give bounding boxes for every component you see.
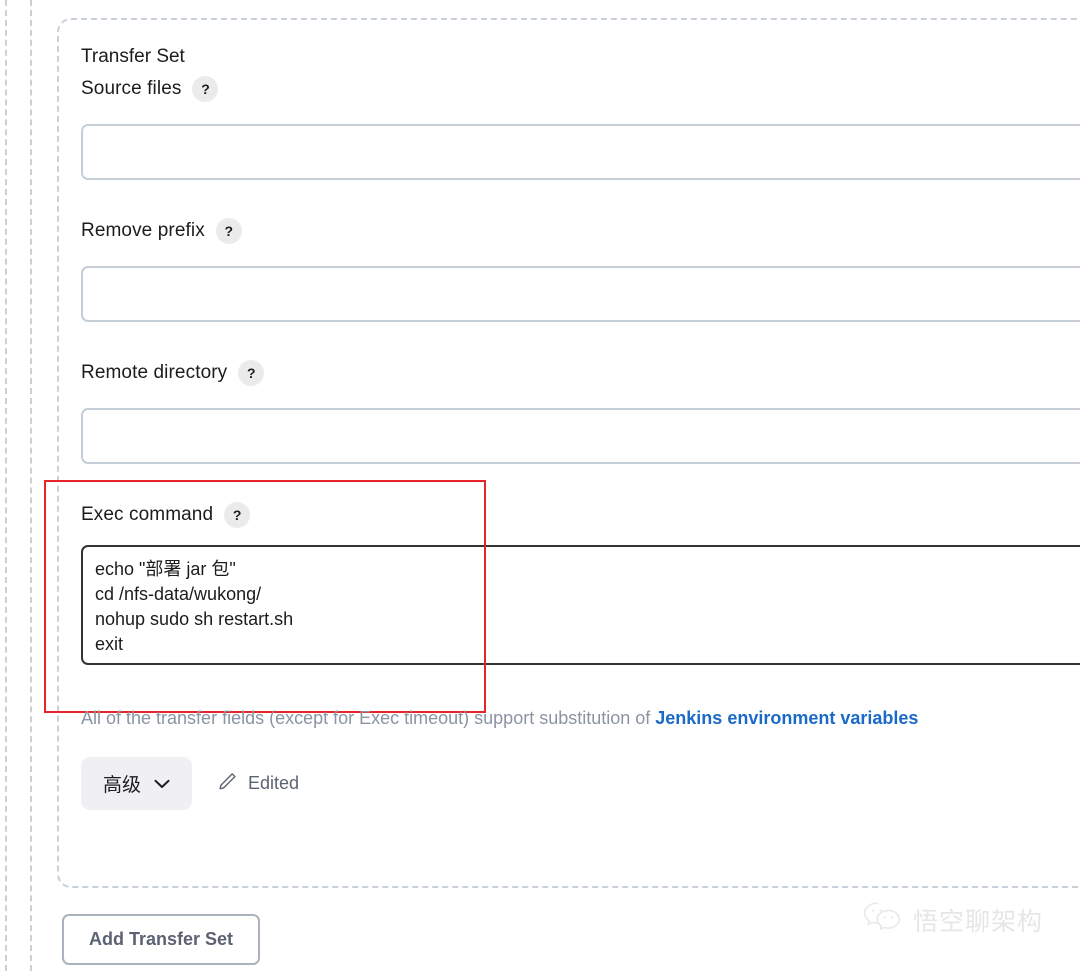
edited-indicator[interactable]: Edited [218,772,299,796]
section-title: Transfer Set [81,46,185,67]
add-transfer-set-button[interactable]: Add Transfer Set [62,914,261,965]
source-files-input[interactable] [81,124,1080,180]
help-icon[interactable]: ? [238,360,265,386]
remote-directory-input[interactable] [81,408,1080,464]
wechat-icon [862,900,904,939]
outer-guide-rail-1 [5,0,7,971]
source-files-label-row: Source files ? [81,76,219,102]
field-remove-prefix: Remove prefix ? [81,218,242,244]
field-remote-directory: Remote directory ? [81,360,265,386]
remove-prefix-label-row: Remove prefix ? [81,218,242,244]
remote-directory-label: Remote directory [81,362,228,383]
help-icon[interactable]: ? [224,502,251,528]
help-icon[interactable]: ? [215,218,242,244]
chevron-down-icon [154,773,170,795]
pencil-icon [218,772,237,796]
remove-prefix-label: Remove prefix [81,220,205,241]
field-exec-command: Exec command ? [81,502,251,528]
help-icon[interactable]: ? [192,76,219,102]
transfer-set-panel: Transfer Set Source files ? Remove prefi… [0,0,1080,971]
watermark: 悟空聊架构 [862,900,1043,939]
exec-command-label-row: Exec command ? [81,502,251,528]
jenkins-environment-variables-link[interactable]: Jenkins environment variables [655,708,918,728]
watermark-text: 悟空聊架构 [913,906,1044,936]
advanced-button-label: 高级 [103,775,142,796]
advanced-button[interactable]: 高级 [81,757,193,810]
exec-command-label: Exec command [81,504,214,525]
field-source-files: Source files ? [81,76,219,102]
source-files-label: Source files [81,78,182,99]
outer-guide-rail-2 [30,0,32,971]
exec-command-textarea[interactable]: echo "部署 jar 包" cd /nfs-data/wukong/ noh… [81,545,1080,665]
remove-prefix-input[interactable] [81,266,1080,322]
advanced-row: 高级 Edited [81,757,299,810]
remote-directory-label-row: Remote directory ? [81,360,265,386]
edited-label: Edited [248,773,300,793]
helper-text-prefix: All of the transfer fields (except for E… [81,708,656,728]
helper-text: All of the transfer fields (except for E… [81,708,918,729]
